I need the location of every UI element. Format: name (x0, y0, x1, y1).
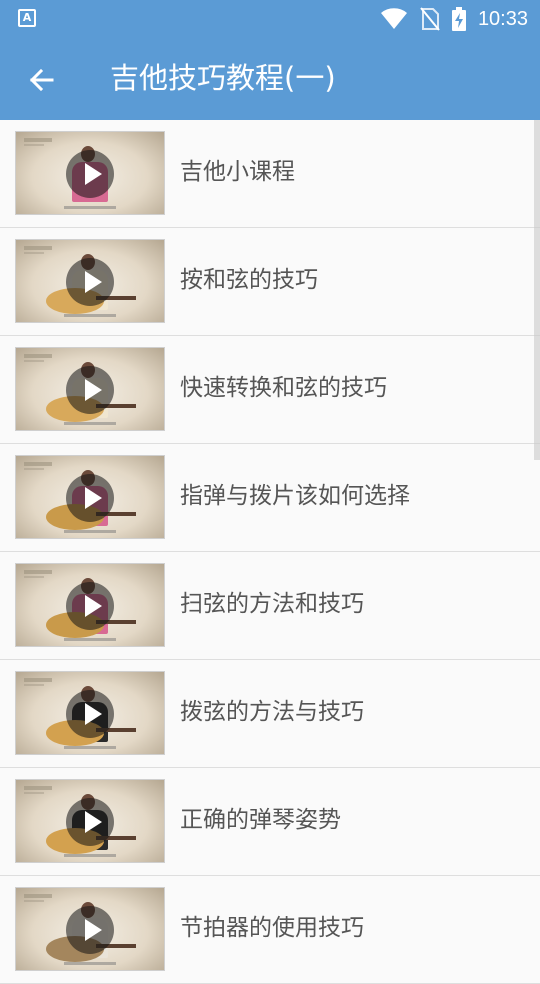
app-bar: 吉他技巧教程(一) (0, 38, 540, 120)
video-thumbnail[interactable] (15, 347, 165, 431)
lesson-title: 拨弦的方法与技巧 (180, 699, 364, 725)
lesson-title: 扫弦的方法和技巧 (180, 591, 364, 617)
subtitle-strip (64, 530, 116, 533)
watermark-logo (24, 786, 52, 790)
lesson-title: 正确的弹琴姿势 (180, 807, 341, 833)
watermark-text (24, 900, 44, 902)
lesson-title: 按和弦的技巧 (180, 267, 318, 293)
list-item[interactable]: 节拍器的使用技巧 (0, 876, 540, 984)
subtitle-strip (64, 638, 116, 641)
play-icon[interactable] (66, 690, 114, 738)
subtitle-strip (64, 206, 116, 209)
list-item[interactable]: 拨弦的方法与技巧 (0, 660, 540, 768)
video-thumbnail[interactable] (15, 455, 165, 539)
arrow-left-icon[interactable] (26, 64, 58, 96)
watermark-text (24, 144, 44, 146)
video-thumbnail[interactable] (15, 131, 165, 215)
watermark-text (24, 684, 44, 686)
watermark-logo (24, 246, 52, 250)
play-icon[interactable] (66, 366, 114, 414)
watermark-text (24, 360, 44, 362)
lesson-title: 快速转换和弦的技巧 (180, 375, 387, 401)
watermark-logo (24, 570, 52, 574)
play-icon[interactable] (66, 798, 114, 846)
video-thumbnail[interactable] (15, 887, 165, 971)
subtitle-strip (64, 314, 116, 317)
battery-charging-icon (451, 7, 466, 31)
watermark-logo (24, 354, 52, 358)
video-thumbnail[interactable] (15, 239, 165, 323)
app-notification-icon: A (18, 9, 36, 27)
play-icon[interactable] (66, 150, 114, 198)
status-bar: A 10:33 (0, 0, 540, 38)
watermark-text (24, 468, 44, 470)
no-sim-icon (420, 7, 440, 31)
subtitle-strip (64, 422, 116, 425)
watermark-logo (24, 894, 52, 898)
lesson-title: 指弹与拨片该如何选择 (180, 483, 410, 509)
play-icon[interactable] (66, 582, 114, 630)
watermark-text (24, 792, 44, 794)
play-icon[interactable] (66, 474, 114, 522)
subtitle-strip (64, 962, 116, 965)
list-item[interactable]: 指弹与拨片该如何选择 (0, 444, 540, 552)
list-item[interactable]: 正确的弹琴姿势 (0, 768, 540, 876)
lesson-title: 吉他小课程 (180, 159, 295, 185)
list-item[interactable]: 扫弦的方法和技巧 (0, 552, 540, 660)
subtitle-strip (64, 854, 116, 857)
watermark-text (24, 252, 44, 254)
scrollbar[interactable] (534, 120, 540, 460)
watermark-logo (24, 462, 52, 466)
wifi-icon (380, 8, 407, 29)
lesson-list: 吉他小课程按和弦的技巧快速转换和弦的技巧 指弹与拨片该如何选择 扫弦的方法和技巧 拨弦… (0, 120, 540, 984)
play-icon[interactable] (66, 258, 114, 306)
video-thumbnail[interactable] (15, 779, 165, 863)
play-icon[interactable] (66, 906, 114, 954)
watermark-text (24, 576, 44, 578)
status-icons: 10:33 (380, 4, 528, 34)
status-time: 10:33 (477, 7, 528, 30)
list-item[interactable]: 吉他小课程 (0, 120, 540, 228)
list-item[interactable]: 按和弦的技巧 (0, 228, 540, 336)
video-thumbnail[interactable] (15, 563, 165, 647)
video-thumbnail[interactable] (15, 671, 165, 755)
subtitle-strip (64, 746, 116, 749)
page-title: 吉他技巧教程(一) (110, 61, 336, 95)
list-item[interactable]: 快速转换和弦的技巧 (0, 336, 540, 444)
lesson-title: 节拍器的使用技巧 (180, 915, 364, 941)
watermark-logo (24, 138, 52, 142)
watermark-logo (24, 678, 52, 682)
